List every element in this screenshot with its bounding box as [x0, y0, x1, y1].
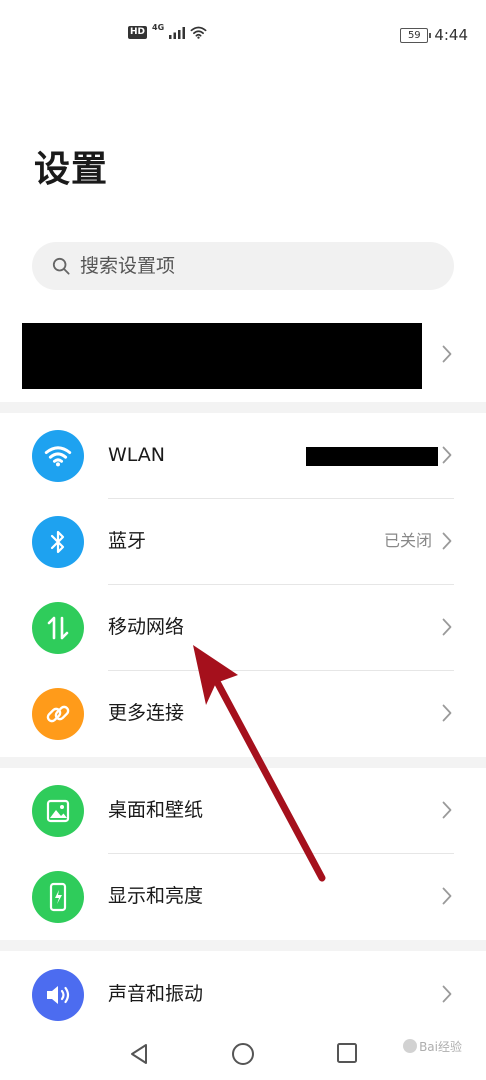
bluetooth-icon [32, 516, 84, 568]
setting-label: 桌面和壁纸 [108, 799, 204, 821]
setting-label: 蓝牙 [108, 530, 147, 552]
setting-label: 显示和亮度 [108, 885, 204, 907]
hd-badge: HD [128, 26, 148, 39]
home-button[interactable] [231, 1042, 255, 1066]
watermark: Bai经验 [401, 1038, 462, 1055]
section-separator [0, 940, 486, 951]
chevron-right-icon [442, 704, 452, 722]
setting-label: WLAN [108, 444, 166, 466]
chevron-right-icon [442, 801, 452, 819]
wifi-icon [32, 430, 84, 482]
section-separator [0, 402, 486, 413]
chevron-right-icon [442, 345, 452, 363]
chevron-right-icon [442, 985, 452, 1003]
wallpaper-icon [32, 785, 84, 837]
page-title: 设置 [34, 149, 109, 190]
network-type: 4G [152, 23, 165, 32]
setting-label: 移动网络 [108, 616, 185, 638]
setting-mobile-network[interactable]: 移动网络 [0, 585, 486, 671]
setting-label: 声音和振动 [108, 983, 204, 1005]
search-icon [52, 257, 70, 275]
redacted-wlan-name [306, 447, 438, 466]
mobile-data-icon [32, 602, 84, 654]
display-icon [32, 871, 84, 923]
back-button[interactable] [128, 1042, 150, 1066]
status-bar: HD 4G 59 4:44 [0, 0, 486, 70]
setting-wlan[interactable]: WLAN [0, 413, 486, 499]
chevron-right-icon [442, 532, 452, 550]
status-right: 59 4:44 [400, 26, 468, 44]
section-separator [0, 757, 486, 768]
search-input[interactable] [78, 254, 412, 278]
setting-value: 已关闭 [383, 531, 432, 550]
sound-icon [32, 969, 84, 1021]
baidu-paw-icon [403, 1039, 418, 1053]
setting-label: 更多连接 [108, 702, 185, 724]
setting-more-connections[interactable]: 更多连接 [0, 671, 486, 757]
setting-bluetooth[interactable]: 蓝牙 已关闭 [0, 499, 486, 585]
setting-display[interactable]: 显示和亮度 [0, 854, 486, 940]
wifi-status-icon [190, 26, 207, 39]
setting-wallpaper[interactable]: 桌面和壁纸 [0, 768, 486, 854]
redacted-account-info [22, 323, 422, 389]
signal-icon [169, 26, 186, 39]
chevron-right-icon [442, 618, 452, 636]
clock: 4:44 [434, 26, 468, 44]
chevron-right-icon [442, 446, 452, 464]
signal-indicators: HD 4G [128, 23, 207, 39]
chevron-right-icon [442, 887, 452, 905]
setting-sound[interactable]: 声音和振动 [0, 952, 486, 1038]
link-icon [32, 688, 84, 740]
recents-button[interactable] [336, 1042, 358, 1064]
search-bar[interactable] [32, 242, 454, 290]
watermark-text: Bai经验 [419, 1040, 462, 1054]
account-row[interactable] [0, 320, 486, 392]
battery-icon: 59 [400, 27, 432, 43]
